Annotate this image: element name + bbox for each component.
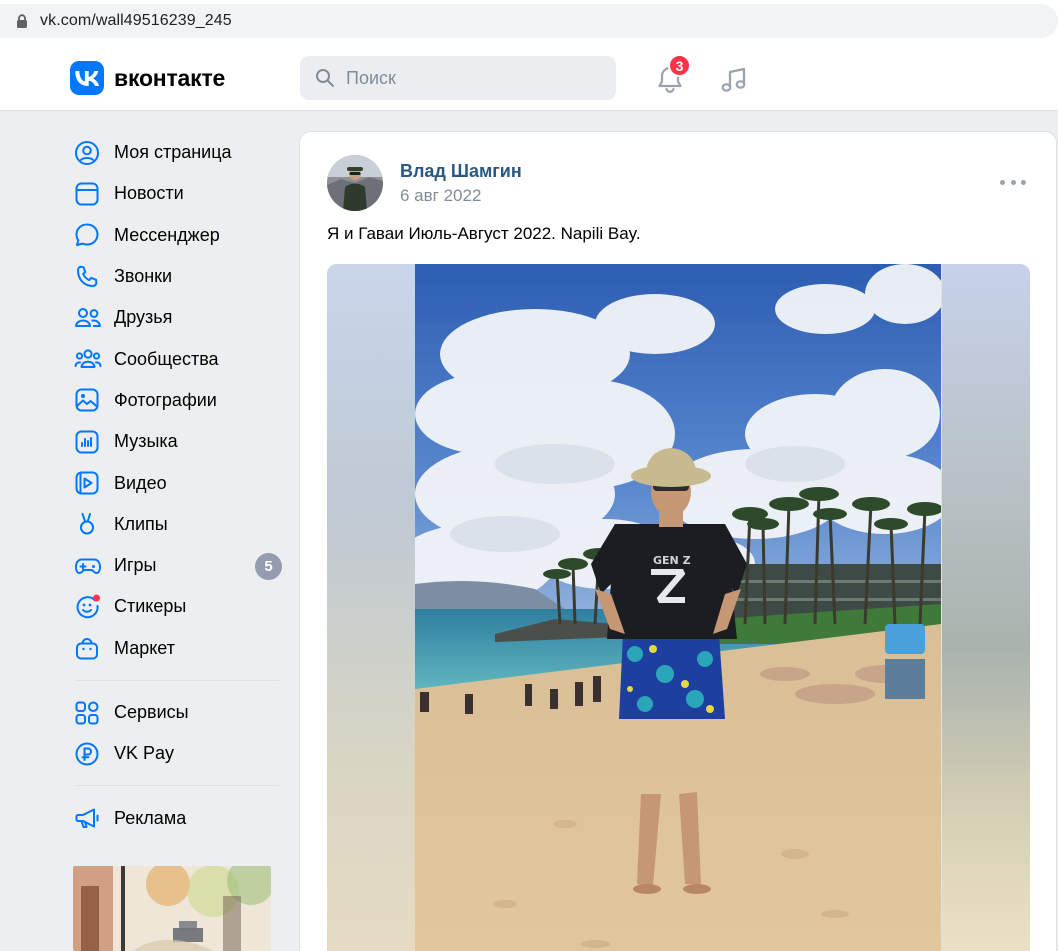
games-count-badge: 5 bbox=[255, 552, 282, 580]
vk-logo-text: вконтакте bbox=[114, 64, 226, 91]
vkpay-icon bbox=[70, 740, 104, 768]
post-author-name[interactable]: Влад Шамгин bbox=[400, 161, 522, 182]
post-date[interactable]: 6 авг 2022 bbox=[400, 186, 481, 206]
shirt-text: GEN Z bbox=[653, 554, 691, 567]
lock-icon[interactable] bbox=[14, 13, 30, 29]
search-box[interactable] bbox=[300, 56, 616, 100]
sidebar-divider bbox=[76, 785, 279, 787]
clips-icon bbox=[70, 510, 104, 538]
sidebar-item-label: Клипы bbox=[114, 513, 168, 534]
sidebar-item-label: Игры bbox=[114, 555, 157, 576]
sidebar-item-label: Моя страница bbox=[114, 142, 232, 163]
sidebar-divider bbox=[76, 679, 279, 681]
music-icon bbox=[70, 428, 104, 456]
newsfeed-icon bbox=[70, 180, 104, 208]
vk-logo-icon bbox=[70, 61, 104, 95]
sidebar-item-messenger[interactable]: Мессенджер bbox=[70, 215, 285, 256]
wall-post: Влад Шамгин 6 авг 2022 Я и Гаваи Июль-Ав… bbox=[299, 131, 1057, 951]
browser-address-bar: vk.com/wall49516239_245 bbox=[0, 0, 1058, 44]
sidebar-item-services[interactable]: Сервисы bbox=[70, 692, 285, 733]
video-icon bbox=[70, 469, 104, 497]
more-dots-icon bbox=[1010, 179, 1016, 185]
photos-icon bbox=[70, 386, 104, 414]
sidebar-item-ads[interactable]: Реклама bbox=[70, 797, 285, 838]
post-text: Я и Гаваи Июль-Август 2022. Napili Bay. bbox=[327, 224, 641, 243]
message-icon bbox=[70, 221, 104, 249]
sidebar-item-stickers[interactable]: Стикеры bbox=[70, 586, 285, 627]
post-photo[interactable]: GEN Z bbox=[327, 264, 1030, 951]
sidebar-item-calls[interactable]: Звонки bbox=[70, 256, 285, 297]
sidebar-item-news[interactable]: Новости bbox=[70, 173, 285, 214]
sidebar-item-photos[interactable]: Фотографии bbox=[70, 380, 285, 421]
notifications-badge[interactable]: 3 bbox=[668, 54, 691, 77]
more-dots-icon bbox=[1000, 179, 1005, 185]
sidebar-item-label: Видео bbox=[114, 472, 167, 493]
top-header: вконтакте 3 bbox=[0, 44, 1058, 111]
sidebar-item-label: Сервисы bbox=[114, 702, 189, 722]
left-sidebar: Моя страница Новости Мессенджер Звонки Д… bbox=[70, 132, 285, 839]
sidebar-item-label: Звонки bbox=[114, 266, 173, 287]
sidebar-item-label: Новости bbox=[114, 183, 184, 204]
gamepad-icon bbox=[70, 552, 104, 580]
music-player-button[interactable] bbox=[718, 64, 750, 96]
more-dots-icon bbox=[1021, 179, 1026, 185]
omnibox[interactable]: vk.com/wall49516239_245 bbox=[0, 4, 1058, 38]
sidebar-item-label: Сообщества bbox=[114, 348, 219, 369]
search-input[interactable] bbox=[346, 67, 586, 89]
phone-icon bbox=[70, 263, 104, 291]
sidebar-item-games[interactable]: Игры 5 bbox=[70, 545, 285, 586]
megaphone-icon bbox=[70, 804, 104, 832]
sidebar-item-communities[interactable]: Сообщества bbox=[70, 338, 285, 379]
sidebar-item-market[interactable]: Маркет bbox=[70, 628, 285, 669]
sidebar-item-label: VK Pay bbox=[114, 743, 175, 764]
sidebar-item-label: Друзья bbox=[114, 307, 173, 328]
sidebar-item-friends[interactable]: Друзья bbox=[70, 297, 285, 338]
post-more-menu-button[interactable] bbox=[1000, 172, 1026, 192]
sidebar-item-label: Стикеры bbox=[114, 596, 187, 617]
beach-photo: GEN Z bbox=[415, 264, 941, 951]
music-note-icon bbox=[721, 67, 746, 92]
user-circle-icon bbox=[70, 139, 104, 167]
author-avatar[interactable] bbox=[327, 155, 383, 211]
friends-icon bbox=[70, 304, 104, 332]
sidebar-item-label: Реклама bbox=[114, 807, 187, 828]
services-icon bbox=[70, 699, 104, 727]
sidebar-item-label: Музыка bbox=[114, 431, 178, 452]
vk-logo[interactable]: вконтакте bbox=[70, 61, 225, 95]
market-icon bbox=[70, 634, 104, 662]
stickers-icon bbox=[70, 593, 104, 621]
sidebar-ad-image[interactable] bbox=[73, 866, 271, 951]
photo-blur-left bbox=[327, 264, 415, 951]
sidebar-item-label: Фотографии bbox=[114, 389, 217, 410]
url-text[interactable]: vk.com/wall49516239_245 bbox=[40, 12, 232, 30]
sidebar-item-music[interactable]: Музыка bbox=[70, 421, 285, 462]
sidebar-item-label: Маркет bbox=[114, 637, 175, 658]
sidebar-item-video[interactable]: Видео bbox=[70, 462, 285, 503]
photo-blur-right bbox=[942, 264, 1030, 951]
sidebar-item-label: Мессенджер bbox=[114, 224, 220, 245]
search-icon bbox=[314, 67, 336, 89]
sidebar-item-my-page[interactable]: Моя страница bbox=[70, 132, 285, 173]
communities-icon bbox=[70, 345, 104, 373]
sidebar-item-vk-pay[interactable]: VK Pay bbox=[70, 733, 285, 774]
sidebar-item-clips[interactable]: Клипы bbox=[70, 504, 285, 545]
